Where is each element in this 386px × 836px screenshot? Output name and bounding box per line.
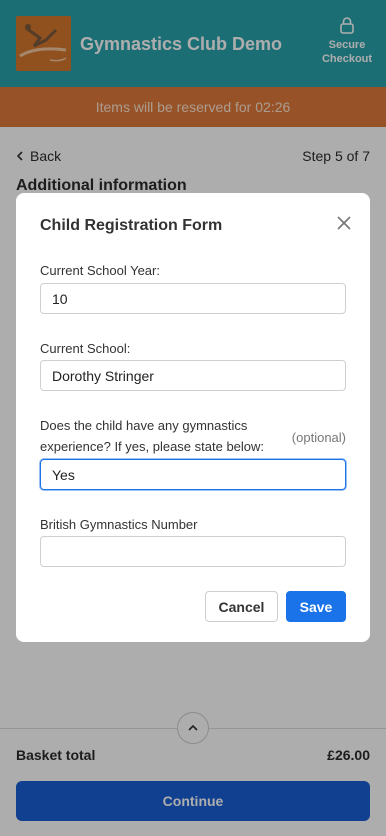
child-registration-modal: Child Registration Form Current School Y… [16,193,370,642]
bg-number-label: British Gymnastics Number [40,517,198,532]
school-year-label: Current School Year: [40,263,160,278]
bg-number-input[interactable] [40,536,346,567]
experience-input[interactable] [40,459,346,490]
experience-label-line2: experience? If yes, please state below: [40,439,265,454]
school-year-input[interactable] [40,283,346,314]
optional-tag: (optional) [291,430,346,445]
school-label: Current School: [40,341,131,356]
close-icon[interactable] [334,213,354,233]
experience-label-line1: Does the child have any gymnastics [40,418,248,433]
save-button[interactable]: Save [286,591,346,622]
modal-title: Child Registration Form [40,217,223,234]
school-input[interactable] [40,360,346,391]
cancel-button[interactable]: Cancel [205,591,278,622]
